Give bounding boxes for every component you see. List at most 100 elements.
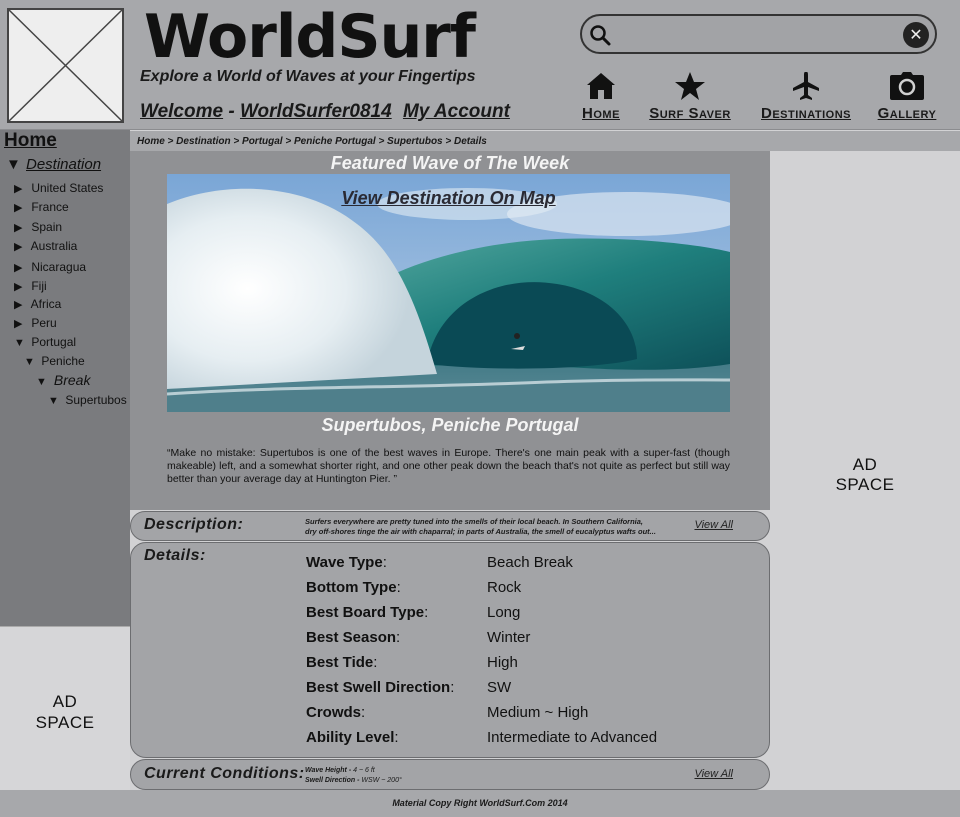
- welcome-line: Welcome - WorldSurfer0814 My Account: [140, 101, 510, 123]
- expanded-arrow-icon: ▼: [24, 356, 35, 368]
- sidebar-destination-label: Destination: [26, 156, 102, 173]
- detail-value: High: [487, 654, 518, 671]
- sidebar-item-portugal[interactable]: ▼ Portugal: [14, 335, 76, 349]
- detail-key: Bottom Type: [306, 579, 397, 596]
- detail-value: SW: [487, 679, 512, 696]
- sidebar-item-label: Supertubos: [65, 393, 127, 407]
- description-line: dry off-shores tinge the air with chapar…: [305, 527, 656, 536]
- featured-title: Featured Wave of The Week: [330, 153, 570, 173]
- breadcrumb[interactable]: Home > Destination > Portugal > Peniche …: [130, 131, 960, 151]
- nav-gallery-label: Gallery: [877, 105, 937, 122]
- sidebar-home-link[interactable]: Home: [4, 130, 57, 152]
- sidebar-item-label: Break: [53, 372, 91, 388]
- details-heading: Details:: [144, 547, 206, 564]
- sidebar-item-australia[interactable]: ▶ Australia: [14, 239, 77, 253]
- condition-key: Wave Height: [305, 767, 347, 774]
- sidebar-item-spain[interactable]: ▶ Spain: [14, 220, 62, 234]
- detail-value: Winter: [487, 629, 531, 646]
- collapsed-arrow-icon: ▶: [14, 222, 23, 234]
- my-account-link[interactable]: My Account: [403, 101, 510, 122]
- nav-gallery[interactable]: Gallery: [875, 70, 939, 126]
- detail-key: Best Tide: [306, 654, 374, 671]
- sidebar-item-africa[interactable]: ▶ Africa: [14, 297, 61, 311]
- sidebar-item-label: Portugal: [31, 335, 77, 349]
- search-input[interactable]: [618, 22, 898, 48]
- home-icon: [587, 73, 615, 99]
- collapsed-arrow-icon: ▶: [14, 281, 23, 293]
- ad-text: AD: [52, 692, 78, 711]
- nav-home-label: Home: [582, 105, 620, 122]
- expanded-arrow-icon: ▼: [14, 337, 25, 349]
- sidebar-item-label: France: [31, 200, 69, 214]
- sidebar: Home ▼ Destination ▶ United States ▶ Fran…: [0, 130, 130, 626]
- description-heading: Description:: [144, 516, 244, 533]
- conditions-strip: Current Conditions: Wave Height - 4 ~ 6 …: [130, 759, 770, 790]
- sidebar-item-label: Nicaragua: [31, 260, 87, 274]
- nav-home[interactable]: Home: [580, 70, 622, 126]
- view-destination-map-link[interactable]: View Destination On Map: [167, 188, 730, 209]
- detail-key: Wave Type: [306, 554, 383, 571]
- clear-search-icon[interactable]: ✕: [903, 22, 929, 48]
- welcome-separator: -: [228, 101, 235, 122]
- condition-value: WSW ~ 200°: [361, 777, 402, 784]
- sidebar-item-label: Australia: [30, 239, 78, 253]
- detail-value: Rock: [487, 579, 522, 596]
- ad-text: SPACE: [835, 475, 895, 494]
- conditions-heading: Current Conditions:: [144, 765, 305, 782]
- detail-key: Best Board Type: [306, 604, 425, 621]
- sidebar-item-peru[interactable]: ▶ Peru: [14, 316, 57, 330]
- details-panel: Details: Wave Type: Beach Break Bottom Ty…: [130, 542, 770, 758]
- nav-destinations-label: Destinations: [761, 105, 851, 122]
- ad-space-left: AD SPACE: [0, 626, 130, 790]
- sidebar-item-label: Fiji: [31, 279, 47, 293]
- sidebar-item-supertubos[interactable]: ▼ Supertubos: [48, 393, 127, 407]
- tagline: Explore a World of Waves at your Fingert…: [140, 68, 476, 85]
- sidebar-item-break[interactable]: ▼ Break: [36, 372, 90, 388]
- nav-surf-saver[interactable]: Surf Saver: [645, 70, 735, 126]
- header: WorldSurf Explore a World of Waves at yo…: [0, 0, 960, 130]
- featured-quote: “Make no mistake: Supertubos is one of t…: [167, 447, 730, 485]
- footer: Material Copy Right WorldSurf.Com 2014: [0, 790, 960, 817]
- sidebar-item-label: Spain: [31, 220, 63, 234]
- search-icon[interactable]: [588, 23, 612, 47]
- airplane-icon: [793, 72, 819, 100]
- conditions-summary: Wave Height - 4 ~ 6 ft Swell Direction -…: [305, 767, 402, 784]
- detail-key: Ability Level: [306, 729, 395, 746]
- featured-wave-panel: Featured Wave of The Week View Destinati…: [130, 151, 770, 510]
- collapsed-arrow-icon: ▶: [14, 241, 23, 253]
- sidebar-item-fiji[interactable]: ▶ Fiji: [14, 279, 47, 293]
- condition-key: Swell Direction: [305, 777, 356, 784]
- description-view-all-link[interactable]: View All: [694, 519, 733, 531]
- sidebar-item-france[interactable]: ▶ France: [14, 200, 69, 214]
- username-link[interactable]: WorldSurfer0814: [240, 101, 392, 122]
- welcome-link[interactable]: Welcome: [140, 101, 223, 122]
- star-icon: [675, 72, 705, 100]
- search-bar: ✕: [580, 14, 937, 54]
- nav-destinations[interactable]: Destinations: [754, 70, 858, 126]
- detail-key: Crowds: [306, 704, 362, 721]
- sidebar-item-nicaragua[interactable]: ▶ Nicaragua: [14, 260, 86, 274]
- detail-value: Beach Break: [487, 554, 573, 571]
- brand-title: WorldSurf: [144, 2, 476, 72]
- sidebar-item-peniche[interactable]: ▼ Peniche: [24, 354, 85, 368]
- featured-wave-photo: View Destination On Map: [167, 174, 730, 412]
- condition-value: 4 ~ 6 ft: [353, 767, 375, 774]
- conditions-view-all-link[interactable]: View All: [694, 768, 733, 780]
- expanded-arrow-icon: ▼: [6, 156, 21, 173]
- sidebar-item-label: Africa: [30, 297, 62, 311]
- sidebar-item-label: Peru: [31, 316, 57, 330]
- collapsed-arrow-icon: ▶: [14, 202, 23, 214]
- detail-value: Intermediate to Advanced: [487, 729, 658, 746]
- description-excerpt: Surfers everywhere are pretty tuned into…: [305, 517, 695, 537]
- expanded-arrow-icon: ▼: [36, 376, 47, 388]
- collapsed-arrow-icon: ▶: [14, 318, 23, 330]
- sidebar-destination[interactable]: ▼ Destination: [6, 156, 101, 173]
- sidebar-item-label: Peniche: [41, 354, 85, 368]
- detail-value: Long: [487, 604, 521, 621]
- camera-icon: [890, 72, 924, 100]
- detail-value: Medium ~ High: [487, 704, 589, 721]
- collapsed-arrow-icon: ▶: [14, 183, 23, 195]
- sidebar-item-united-states[interactable]: ▶ United States: [14, 181, 103, 195]
- logo-placeholder: [7, 8, 124, 123]
- ad-space-right: AD SPACE: [770, 151, 960, 790]
